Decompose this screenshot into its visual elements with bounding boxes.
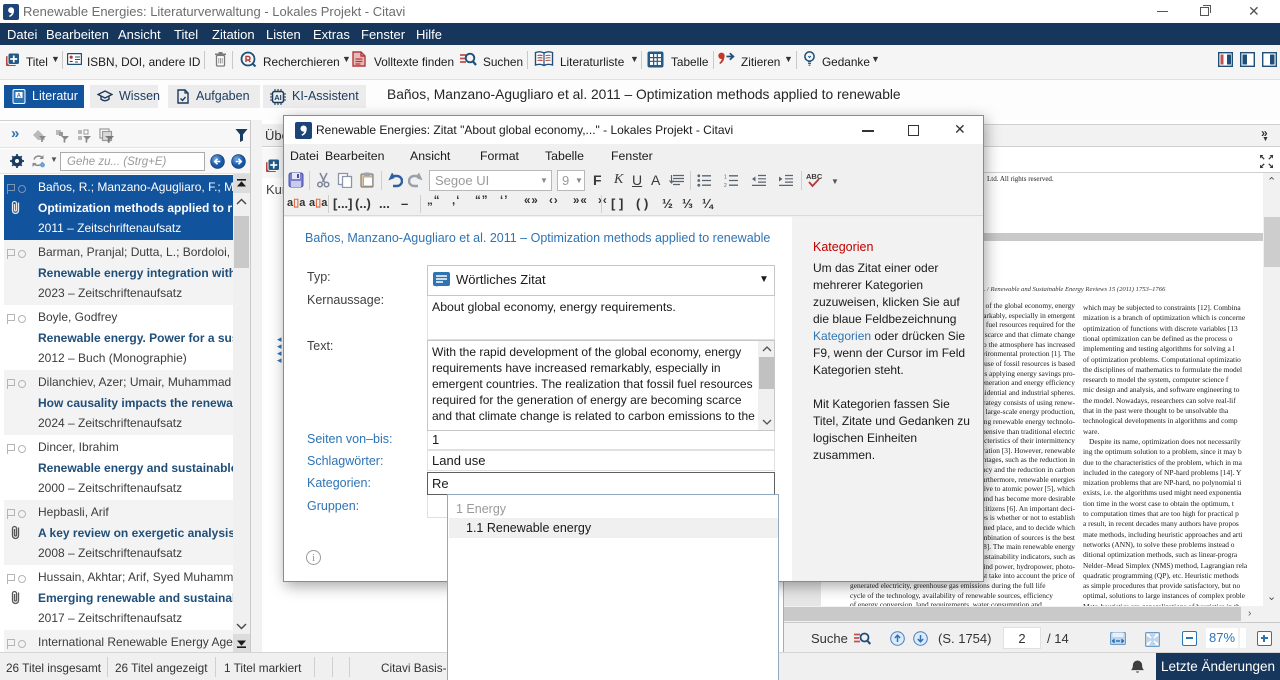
svg-text:ABC: ABC — [806, 172, 823, 181]
svg-text:AI: AI — [274, 93, 282, 102]
svg-text:A: A — [17, 93, 22, 99]
svg-text:1: 1 — [724, 175, 727, 181]
svg-text:2: 2 — [724, 183, 727, 187]
